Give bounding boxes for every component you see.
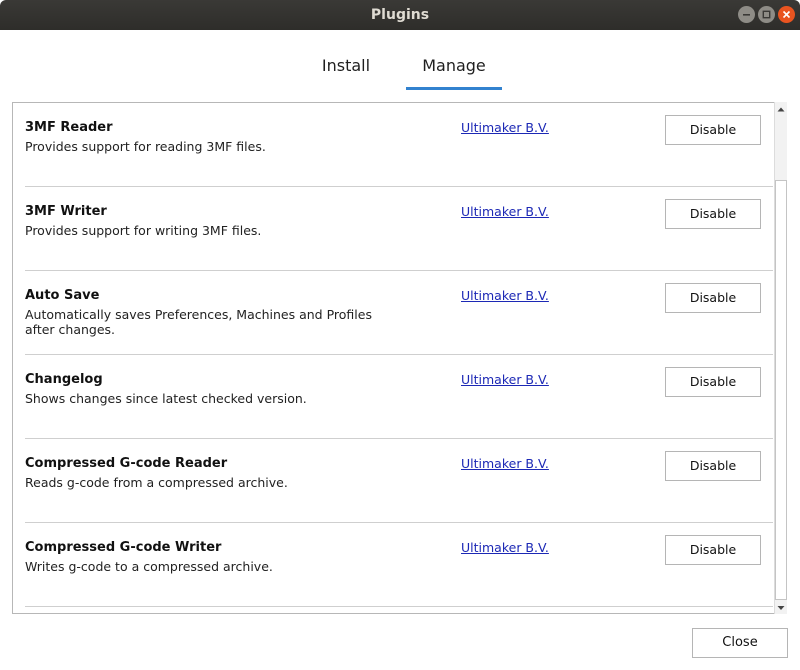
plugin-row: Compressed G-code Writer Writes g-code t… (25, 523, 773, 607)
plugin-name: Compressed G-code Writer (25, 540, 222, 555)
disable-button[interactable]: Disable (665, 451, 761, 481)
tab-install[interactable]: Install (296, 48, 396, 90)
chevron-down-icon (777, 606, 785, 610)
disable-button[interactable]: Disable (665, 367, 761, 397)
tab-bar: Install Manage (0, 48, 800, 92)
scrollbar-thumb[interactable] (775, 180, 787, 600)
plugin-name: 3MF Reader (25, 120, 113, 135)
plugin-description: Provides support for writing 3MF files. (25, 223, 262, 238)
minimize-button[interactable] (738, 6, 755, 23)
window-title: Plugins (370, 7, 430, 23)
maximize-button[interactable] (758, 6, 775, 23)
plugin-row: 3MF Writer Provides support for writing … (25, 187, 773, 271)
plugin-author-link[interactable]: Ultimaker B.V. (461, 288, 549, 303)
plugin-author-link[interactable]: Ultimaker B.V. (461, 204, 549, 219)
plugin-name: 3MF Writer (25, 204, 107, 219)
disable-button[interactable]: Disable (665, 199, 761, 229)
plugin-description: Writes g-code to a compressed archive. (25, 559, 273, 574)
disable-button[interactable]: Disable (665, 283, 761, 313)
plugin-author-link[interactable]: Ultimaker B.V. (461, 456, 549, 471)
plugin-name: Auto Save (25, 288, 100, 303)
plugin-description: Provides support for reading 3MF files. (25, 139, 266, 154)
minimize-icon (743, 14, 750, 16)
plugin-row: Auto Save Automatically saves Preference… (25, 271, 773, 355)
chevron-up-icon (777, 107, 785, 112)
plugin-list: 3MF Reader Provides support for reading … (12, 102, 787, 614)
plugin-author-link[interactable]: Ultimaker B.V. (461, 372, 549, 387)
plugin-description: Reads g-code from a compressed archive. (25, 475, 288, 490)
plugin-row: Changelog Shows changes since latest che… (25, 355, 773, 439)
plugin-author-link[interactable]: Ultimaker B.V. (461, 120, 549, 135)
disable-button[interactable]: Disable (665, 535, 761, 565)
plugin-description: Shows changes since latest checked versi… (25, 391, 307, 406)
scroll-down-button[interactable] (775, 600, 787, 614)
tab-manage[interactable]: Manage (406, 48, 502, 90)
close-button[interactable]: Close (692, 628, 788, 658)
disable-button[interactable]: Disable (665, 115, 761, 145)
maximize-icon (762, 10, 771, 19)
plugin-row: Compressed G-code Reader Reads g-code fr… (25, 439, 773, 523)
plugin-name: Changelog (25, 372, 103, 387)
vertical-scrollbar[interactable] (774, 102, 787, 614)
window-close-button[interactable] (778, 6, 795, 23)
plugin-author-link[interactable]: Ultimaker B.V. (461, 540, 549, 555)
close-icon (782, 10, 791, 19)
plugin-name: Compressed G-code Reader (25, 456, 228, 471)
title-bar: Plugins (0, 0, 800, 30)
scroll-up-button[interactable] (775, 102, 787, 116)
plugin-row: 3MF Reader Provides support for reading … (25, 103, 773, 187)
plugin-description: Automatically saves Preferences, Machine… (25, 307, 372, 337)
